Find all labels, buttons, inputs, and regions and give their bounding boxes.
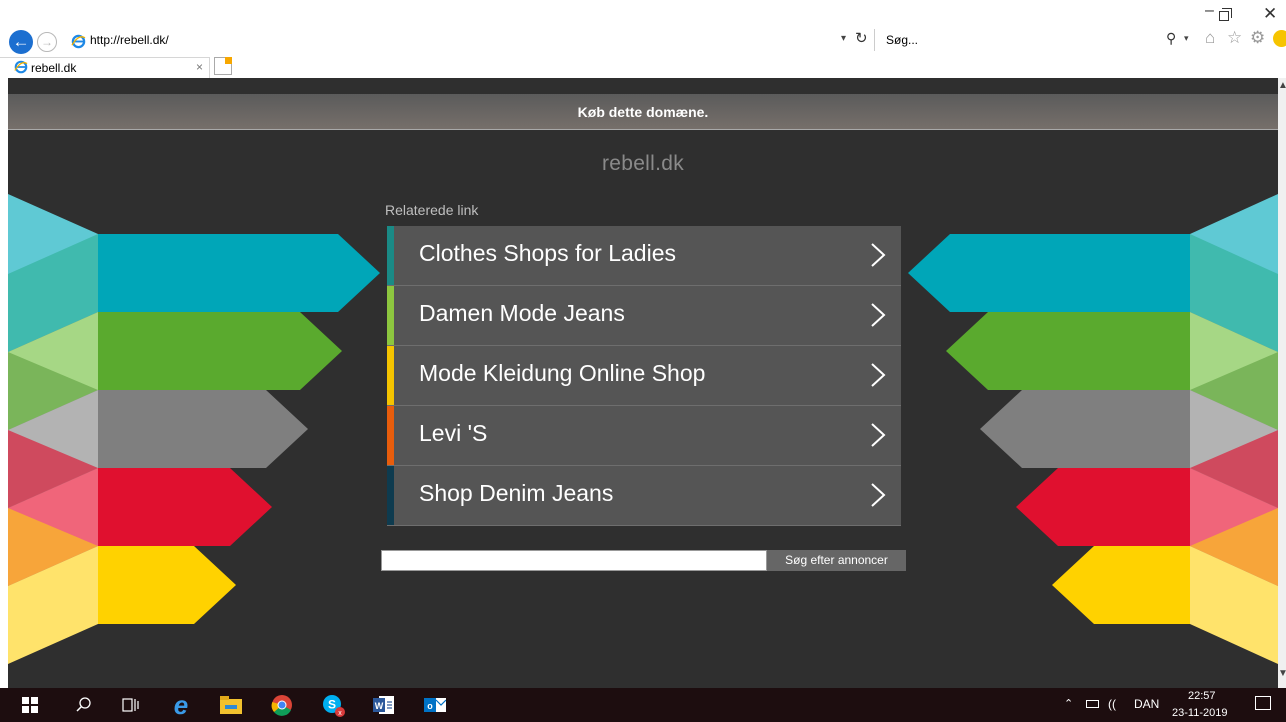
search-icon[interactable]	[66, 688, 102, 722]
svg-text:W: W	[375, 701, 384, 711]
ad-search-row: Søg efter annoncer	[381, 550, 906, 571]
star-icon[interactable]: ☆	[1227, 28, 1242, 48]
ad-search-button[interactable]: Søg efter annoncer	[767, 550, 906, 571]
scroll-up-icon[interactable]: ▲	[1278, 80, 1286, 91]
ad-search-input[interactable]	[381, 550, 767, 571]
outlook-icon[interactable]: o	[417, 688, 453, 722]
right-arrow-gray	[980, 390, 1190, 468]
related-link-clothes-shops[interactable]: Clothes Shops for Ladies	[387, 226, 901, 286]
left-arrow-green	[98, 312, 342, 390]
related-links-label: Relaterede link	[385, 202, 479, 218]
link-accent-bar	[387, 466, 394, 525]
svg-text:o: o	[427, 701, 433, 711]
right-arrow-yellow	[1052, 546, 1190, 624]
link-accent-bar	[387, 406, 394, 465]
ie-favicon-icon	[14, 60, 28, 74]
related-link-levis[interactable]: Levi 'S	[387, 406, 901, 466]
search-icon[interactable]: ⚲	[1166, 30, 1176, 47]
link-label[interactable]: Shop Denim Jeans	[419, 480, 613, 507]
left-arrow-teal	[98, 234, 380, 312]
right-arrow-red	[1016, 468, 1190, 546]
clock-date[interactable]: 23-11-2019	[1172, 707, 1227, 719]
left-arrow-gray	[98, 390, 308, 468]
file-explorer-icon[interactable]	[213, 688, 249, 722]
right-arrow-teal	[908, 234, 1190, 312]
windows-taskbar: e Sx W o ⌃ (( DAN 22:57 23-11-2019	[0, 688, 1286, 722]
address-bar-url[interactable]: http://rebell.dk/	[90, 33, 169, 47]
task-view-icon[interactable]	[113, 688, 149, 722]
windows-start-icon[interactable]	[12, 688, 48, 722]
web-page: Køb dette domæne. rebell.dk Relaterede l…	[8, 78, 1278, 688]
edge-icon[interactable]: e	[163, 688, 199, 722]
notification-icon[interactable]	[1255, 696, 1271, 710]
right-arrow-green	[946, 312, 1190, 390]
link-label[interactable]: Damen Mode Jeans	[419, 300, 625, 327]
buy-domain-banner[interactable]: Køb dette domæne.	[8, 94, 1278, 130]
new-tab-icon[interactable]	[214, 57, 232, 75]
link-label[interactable]: Levi 'S	[419, 420, 487, 447]
back-arrow-icon[interactable]: ←	[9, 30, 33, 54]
ie-favicon-icon	[71, 34, 86, 49]
word-icon[interactable]: W	[366, 688, 402, 722]
scroll-down-icon[interactable]: ▼	[1278, 668, 1286, 679]
chevron-up-icon[interactable]: ⌃	[1064, 697, 1073, 710]
related-link-mode-kleidung[interactable]: Mode Kleidung Online Shop	[387, 346, 901, 406]
related-link-damen-mode[interactable]: Damen Mode Jeans	[387, 286, 901, 346]
link-accent-bar	[387, 346, 394, 405]
chevron-right-icon	[871, 243, 886, 267]
tab-title[interactable]: rebell.dk	[31, 61, 76, 75]
link-label[interactable]: Clothes Shops for Ladies	[419, 240, 676, 267]
related-link-shop-denim[interactable]: Shop Denim Jeans	[387, 466, 901, 526]
wifi-icon[interactable]: ((	[1108, 697, 1116, 711]
related-links-list: Clothes Shops for Ladies Damen Mode Jean…	[387, 226, 901, 526]
chrome-icon[interactable]	[264, 688, 300, 722]
language-indicator[interactable]: DAN	[1134, 697, 1159, 711]
browser-chrome: ← → http://rebell.dk/ ▾ ↻ Søg... ⚲ ▾ ⌂ ☆…	[0, 0, 1286, 78]
refresh-icon[interactable]: ↻	[855, 29, 868, 47]
left-arrow-yellow	[98, 546, 236, 624]
link-accent-bar	[387, 286, 394, 345]
forward-arrow-icon[interactable]: →	[37, 32, 57, 52]
minimize-icon[interactable]: –	[1205, 2, 1214, 20]
chevron-right-icon	[871, 363, 886, 387]
restore-icon[interactable]	[1219, 8, 1232, 21]
gear-icon[interactable]: ⚙	[1250, 28, 1265, 48]
tab-close-icon[interactable]: ×	[196, 60, 203, 74]
smiley-icon[interactable]	[1273, 30, 1286, 47]
address-dropdown-icon[interactable]: ▾	[841, 33, 846, 44]
link-accent-bar	[387, 226, 394, 285]
svg-text:x: x	[338, 710, 342, 717]
chevron-right-icon	[871, 483, 886, 507]
home-icon[interactable]: ⌂	[1205, 28, 1215, 48]
domain-title: rebell.dk	[601, 152, 685, 175]
browser-search-box[interactable]	[874, 29, 1196, 51]
left-arrow-red	[98, 468, 272, 546]
svg-text:S: S	[328, 698, 336, 712]
skype-icon[interactable]: Sx	[315, 688, 351, 722]
clock-time[interactable]: 22:57	[1188, 690, 1216, 702]
link-label[interactable]: Mode Kleidung Online Shop	[419, 360, 705, 387]
browser-search-placeholder[interactable]: Søg...	[886, 33, 918, 47]
search-dropdown-icon[interactable]: ▾	[1184, 33, 1189, 44]
battery-icon[interactable]	[1086, 700, 1099, 708]
chevron-right-icon	[871, 303, 886, 327]
chevron-right-icon	[871, 423, 886, 447]
close-icon[interactable]: ✕	[1263, 4, 1277, 24]
vertical-scrollbar[interactable]	[1278, 78, 1286, 688]
